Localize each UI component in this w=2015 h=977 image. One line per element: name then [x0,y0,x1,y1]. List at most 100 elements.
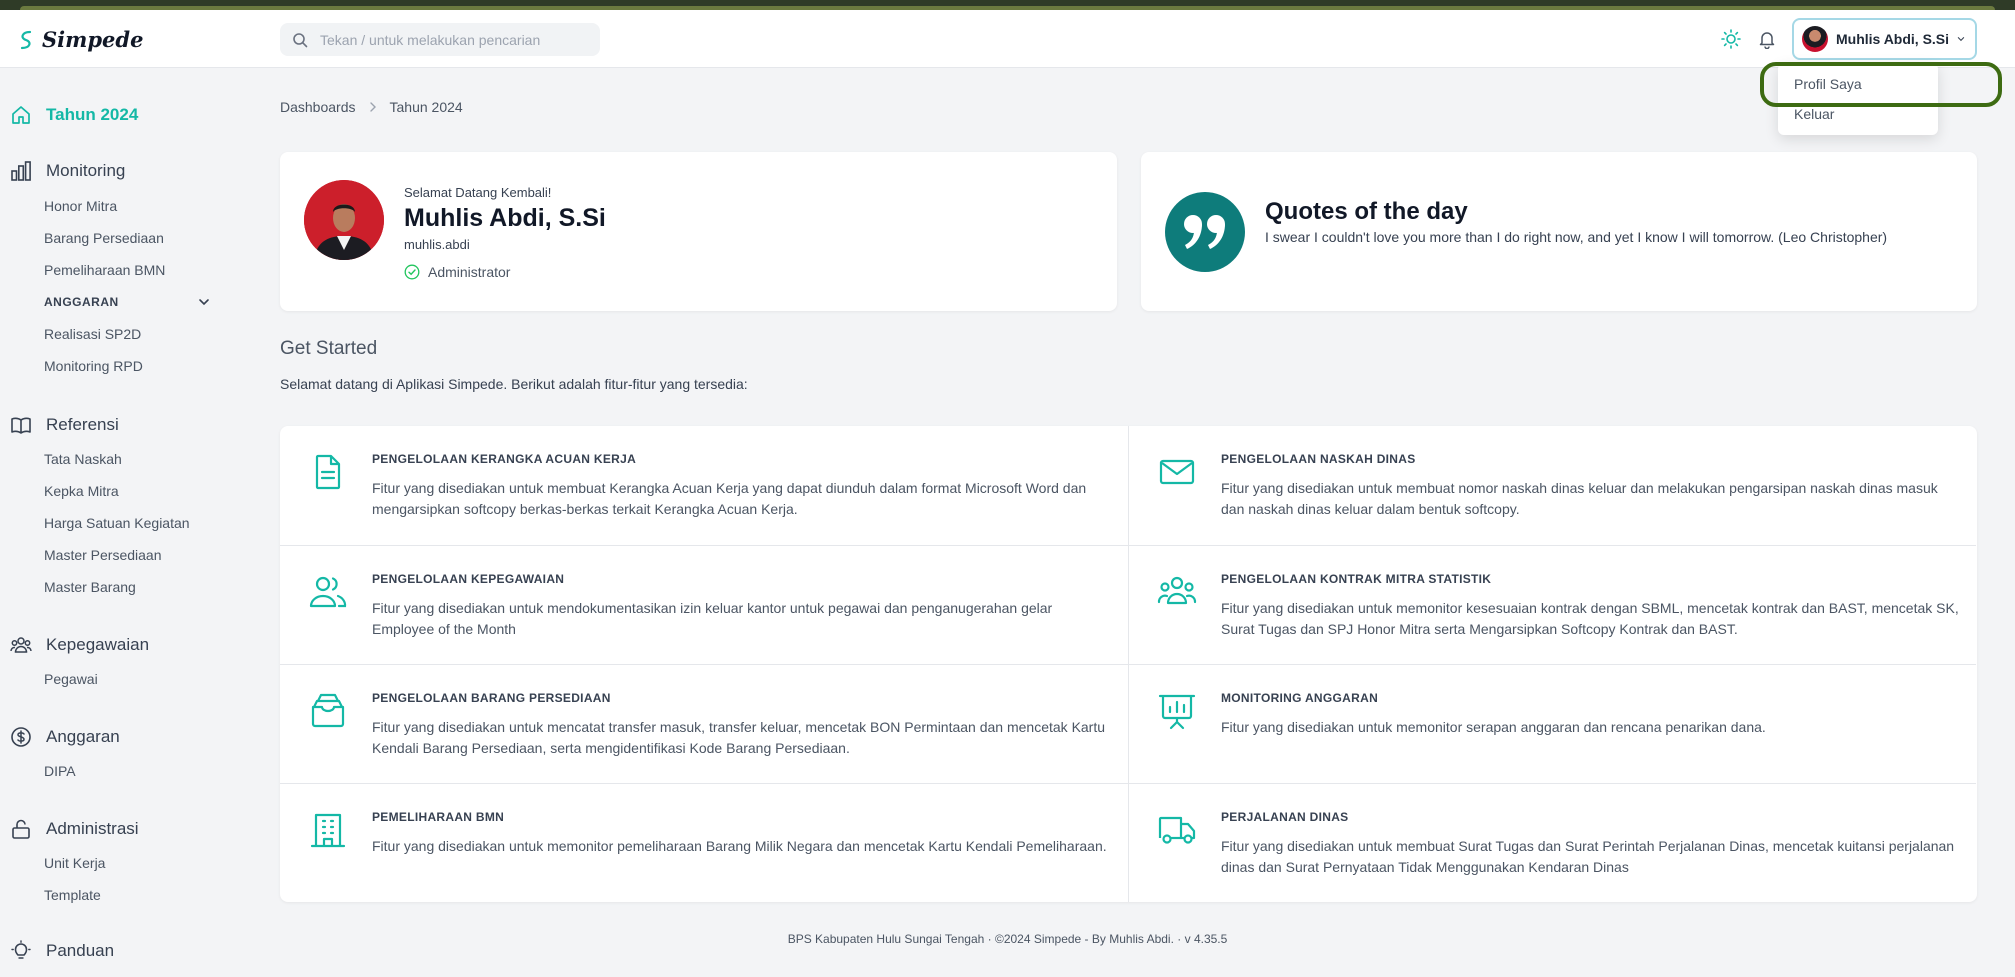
footer-org: BPS Kabupaten Hulu Sungai Tengah [787,932,985,946]
feature-description: Fitur yang disediakan untuk mencatat tra… [372,719,1106,756]
sidebar-item-tata-naskah[interactable]: Tata Naskah [44,451,122,467]
feature-title: MONITORING ANGGARAN [1221,691,1379,705]
inbox-stack-icon [311,693,345,728]
top-header: Simpede Muhlis Abdi, S.Si [0,10,2015,68]
user-avatar [1802,26,1828,52]
sidebar-item-monitoring-rpd[interactable]: Monitoring RPD [44,358,143,374]
features-grid: PENGELOLAAN KERANGKA ACUAN KERJA Fitur y… [280,426,1977,902]
sidebar-item-honor-mitra[interactable]: Honor Mitra [44,198,117,214]
feature-description: Fitur yang disediakan untuk memonitor ke… [1221,600,1959,637]
sidebar-item-master-persediaan[interactable]: Master Persediaan [44,547,162,563]
welcome-card: Selamat Datang Kembali! Muhlis Abdi, S.S… [280,152,1117,311]
profile-menu-item[interactable]: Profil Saya [1778,69,1938,99]
sidebar-item-pemeliharaan-bmn[interactable]: Pemeliharaan BMN [44,262,165,278]
profile-photo [304,180,384,260]
feature-description: Fitur yang disediakan untuk membuat Kera… [372,480,1087,517]
feature-description: Fitur yang disediakan untuk memonitor se… [1221,719,1766,735]
feature-title: PEMELIHARAAN BMN [372,810,505,824]
user-menu-button[interactable]: Muhlis Abdi, S.Si [1792,18,1977,60]
feature-kontrak-mitra[interactable]: PENGELOLAAN KONTRAK MITRA STATISTIK Fitu… [1128,545,1976,664]
app-logo[interactable]: Simpede [18,27,143,52]
sidebar-item-home[interactable]: Tahun 2024 [10,104,138,126]
app-name: Simpede [42,27,144,52]
sidebar-item-realisasi-sp2d[interactable]: Realisasi SP2D [44,326,141,342]
feature-kak[interactable]: PENGELOLAAN KERANGKA ACUAN KERJA Fitur y… [280,426,1128,545]
quote-card: Quotes of the day I swear I couldn't lov… [1141,152,1977,311]
sidebar-item-kepka-mitra[interactable]: Kepka Mitra [44,483,119,499]
building-icon [310,813,346,848]
theme-toggle-button[interactable] [1720,28,1742,50]
footer: BPS Kabupaten Hulu Sungai Tengah · ©2024… [0,932,2015,946]
sidebar-item-barang-persediaan[interactable]: Barang Persediaan [44,230,164,246]
sidebar: Tahun 2024 Monitoring Honor Mitra Barang… [0,68,240,977]
welcome-greeting: Selamat Datang Kembali! [404,185,552,200]
sidebar-group-kepegawaian[interactable]: Kepegawaian [10,634,149,656]
feature-pemeliharaan-bmn[interactable]: PEMELIHARAAN BMN Fitur yang disediakan u… [280,783,1128,902]
search-bar[interactable] [280,23,600,56]
feature-naskah-dinas[interactable]: PENGELOLAAN NASKAH DINAS Fitur yang dise… [1128,426,1976,545]
lock-open-icon [12,819,30,839]
sidebar-item-unit-kerja[interactable]: Unit Kerja [44,855,105,871]
get-started-title: Get Started [280,338,378,359]
sidebar-section-anggaran[interactable]: ANGGARAN [44,295,210,309]
users-icon [309,576,347,608]
chevron-down-icon [1957,37,1965,42]
feature-title: PENGELOLAAN BARANG PERSEDIAAN [372,691,611,705]
feature-title: PERJALANAN DINAS [1221,810,1349,824]
feature-kepegawaian[interactable]: PENGELOLAAN KEPEGAWAIAN Fitur yang dised… [280,545,1128,664]
breadcrumb: Dashboards Tahun 2024 [280,99,463,115]
sidebar-item-template[interactable]: Template [44,887,101,903]
user-menu-name: Muhlis Abdi, S.Si [1836,31,1950,47]
document-icon [315,454,341,490]
quote-icon [1165,192,1245,272]
book-open-icon [11,417,31,434]
footer-separator: · [987,932,995,946]
quote-title: Quotes of the day [1265,198,1468,225]
user-dropdown-menu: Profil Saya Keluar [1778,63,1938,135]
notifications-button[interactable] [1756,28,1778,50]
sidebar-group-label: Anggaran [46,727,120,746]
truck-icon [1158,816,1196,844]
quote-text: I swear I couldn't love you more than I … [1265,229,1888,245]
window-top-strip [0,0,2015,10]
feature-barang-persediaan[interactable]: PENGELOLAAN BARANG PERSEDIAAN Fitur yang… [280,664,1128,783]
sidebar-group-monitoring[interactable]: Monitoring [10,160,125,182]
sidebar-group-label: Monitoring [46,161,126,180]
feature-title: PENGELOLAAN KEPEGAWAIAN [372,572,565,586]
sidebar-group-administrasi[interactable]: Administrasi [10,818,139,840]
feature-perjalanan-dinas[interactable]: PERJALANAN DINAS Fitur yang disediakan u… [1128,783,1976,902]
welcome-user-name: Muhlis Abdi, S.Si [404,204,606,232]
footer-version: v 4.35.5 [1184,932,1228,946]
sidebar-item-master-barang[interactable]: Master Barang [44,579,136,595]
presentation-chart-icon [1158,694,1196,730]
user-group-icon [10,637,32,653]
sidebar-group-label: Referensi [46,415,119,434]
user-group-icon [1157,576,1197,605]
footer-copyright: ©2024 Simpede - By Muhlis Abdi. [994,932,1174,946]
logout-menu-item[interactable]: Keluar [1778,99,1938,129]
feature-description: Fitur yang disediakan untuk mendokumenta… [372,600,1053,637]
sidebar-item-pegawai[interactable]: Pegawai [44,671,98,687]
feature-description: Fitur yang disediakan untuk membuat nomo… [1221,480,1938,517]
sidebar-group-anggaran[interactable]: Anggaran [10,726,120,748]
feature-monitoring-anggaran[interactable]: MONITORING ANGGARAN Fitur yang disediaka… [1128,664,1976,783]
role-badge: Administrator [404,264,510,280]
welcome-username: muhlis.abdi [404,237,470,252]
breadcrumb-current: Tahun 2024 [389,99,463,115]
bar-chart-icon [11,161,31,181]
sidebar-group-label: Administrasi [46,819,139,838]
sun-icon [1721,29,1741,49]
sidebar-group-label: Kepegawaian [46,635,150,654]
sidebar-item-harga-satuan-kegiatan[interactable]: Harga Satuan Kegiatan [44,515,190,531]
search-input[interactable] [320,31,580,48]
chevron-down-icon [199,299,209,306]
feature-title: PENGELOLAAN KONTRAK MITRA STATISTIK [1221,572,1492,586]
feature-description: Fitur yang disediakan untuk memonitor pe… [372,838,1107,854]
sidebar-item-dipa[interactable]: DIPA [44,763,76,779]
check-circle-icon [404,264,420,280]
bell-icon [1759,32,1775,49]
sidebar-item-label: Tahun 2024 [46,105,139,124]
sidebar-group-referensi[interactable]: Referensi [10,414,119,436]
chevron-right-icon [369,102,376,112]
breadcrumb-dashboards[interactable]: Dashboards [280,99,356,115]
